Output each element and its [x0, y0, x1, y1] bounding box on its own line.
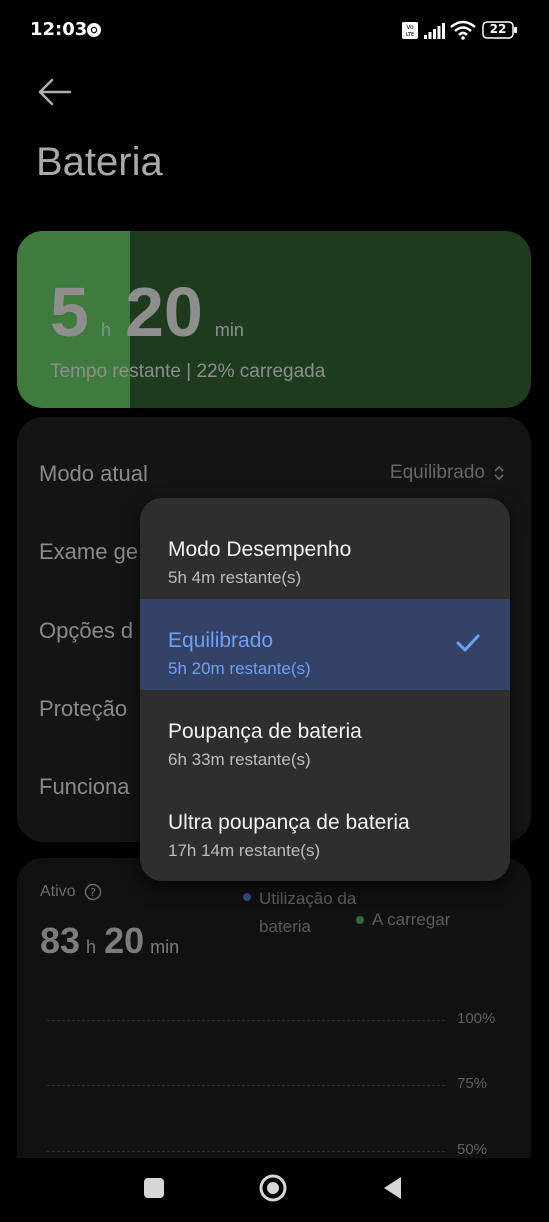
home-circle-icon[interactable]	[258, 1173, 288, 1203]
setting-row-scan[interactable]: Exame ge	[39, 539, 138, 565]
active-minutes-unit: min	[150, 937, 180, 957]
grid-line-50	[47, 1151, 445, 1152]
svg-text:?: ?	[90, 886, 96, 899]
remaining-time: 5 h 20 min	[50, 277, 258, 347]
active-hours: 83	[40, 920, 81, 961]
legend-battery-usage: Utilização da bateria	[243, 885, 359, 941]
remaining-hours: 5	[50, 273, 89, 351]
mode-option-title: Equilibrado	[168, 629, 274, 652]
active-label-text: Ativo	[40, 883, 76, 900]
battery-status-card: 5 h 20 min Tempo restante | 22% carregad…	[17, 231, 531, 408]
active-time: 83 h 20 min	[40, 920, 187, 962]
grid-line-100	[47, 1020, 445, 1021]
mode-option-ultra-saver[interactable]: Ultra poupança de bateria 17h 14m restan…	[140, 781, 510, 872]
tick-label-100: 100%	[457, 1010, 496, 1027]
status-bar: 12:03 Vo LTE 22	[0, 0, 549, 60]
updown-chevron-icon	[494, 465, 504, 481]
wifi-icon	[450, 20, 476, 40]
legend-charge-dot	[356, 916, 364, 924]
current-mode-label: Modo atual	[39, 461, 148, 486]
page-title: Bateria	[36, 140, 163, 184]
legend-usage-text: Utilização da bateria	[259, 889, 357, 936]
mode-option-title: Ultra poupança de bateria	[168, 811, 410, 834]
active-hours-unit: h	[86, 937, 97, 957]
current-mode-value: Equilibrado	[389, 462, 485, 483]
battery-level: 22	[489, 22, 507, 36]
legend-charging: A carregar	[356, 910, 450, 930]
volte-icon: Vo LTE	[402, 22, 418, 39]
tick-label-50: 50%	[457, 1141, 488, 1158]
mode-option-title: Modo Desempenho	[168, 538, 352, 561]
mode-option-subtitle: 5h 20m restante(s)	[168, 659, 311, 678]
minutes-unit: min	[214, 320, 244, 340]
setting-row-functions[interactable]: Funciona	[39, 774, 130, 800]
mode-option-subtitle: 5h 4m restante(s)	[168, 568, 302, 587]
mode-option-subtitle: 6h 33m restante(s)	[168, 750, 311, 769]
svg-text:LTE: LTE	[406, 32, 414, 38]
navigation-bar	[0, 1158, 549, 1222]
check-icon	[456, 634, 480, 652]
setting-row-protection[interactable]: Proteção	[39, 696, 127, 722]
mode-option-title: Poupança de bateria	[168, 720, 362, 743]
grid-line-75	[47, 1085, 445, 1086]
chrome-icon	[87, 23, 101, 37]
tick-label-75: 75%	[457, 1075, 488, 1092]
usage-card: Ativo ? 83 h 20 min Utilização da bateri…	[17, 858, 531, 1158]
svg-text:Vo: Vo	[406, 24, 414, 31]
mode-dropdown-menu: Modo Desempenho 5h 4m restante(s) Equili…	[140, 498, 510, 881]
back-triangle-icon[interactable]	[382, 1175, 402, 1201]
active-label: Ativo ?	[40, 883, 102, 901]
hours-unit: h	[100, 320, 111, 340]
mode-option-performance[interactable]: Modo Desempenho 5h 4m restante(s)	[140, 508, 510, 599]
status-time: 12:03	[30, 19, 88, 40]
mode-option-balanced[interactable]: Equilibrado 5h 20m restante(s)	[140, 599, 510, 690]
setting-row-options[interactable]: Opções d	[39, 618, 133, 644]
battery-subtitle: Tempo restante | 22% carregada	[50, 361, 326, 382]
mode-option-battery-saver[interactable]: Poupança de bateria 6h 33m restante(s)	[140, 690, 510, 781]
back-arrow-icon[interactable]	[36, 74, 74, 110]
current-mode-row[interactable]: Modo atual	[39, 461, 148, 487]
mode-option-subtitle: 17h 14m restante(s)	[168, 841, 321, 860]
current-mode-selector[interactable]: Equilibrado	[390, 462, 505, 484]
signal-icon	[424, 23, 445, 39]
help-icon[interactable]: ?	[84, 883, 102, 901]
remaining-minutes: 20	[124, 273, 203, 351]
legend-usage-dot	[243, 893, 251, 901]
active-minutes: 20	[104, 920, 145, 961]
recents-square-icon[interactable]	[144, 1178, 164, 1198]
legend-charge-text: A carregar	[372, 910, 451, 929]
